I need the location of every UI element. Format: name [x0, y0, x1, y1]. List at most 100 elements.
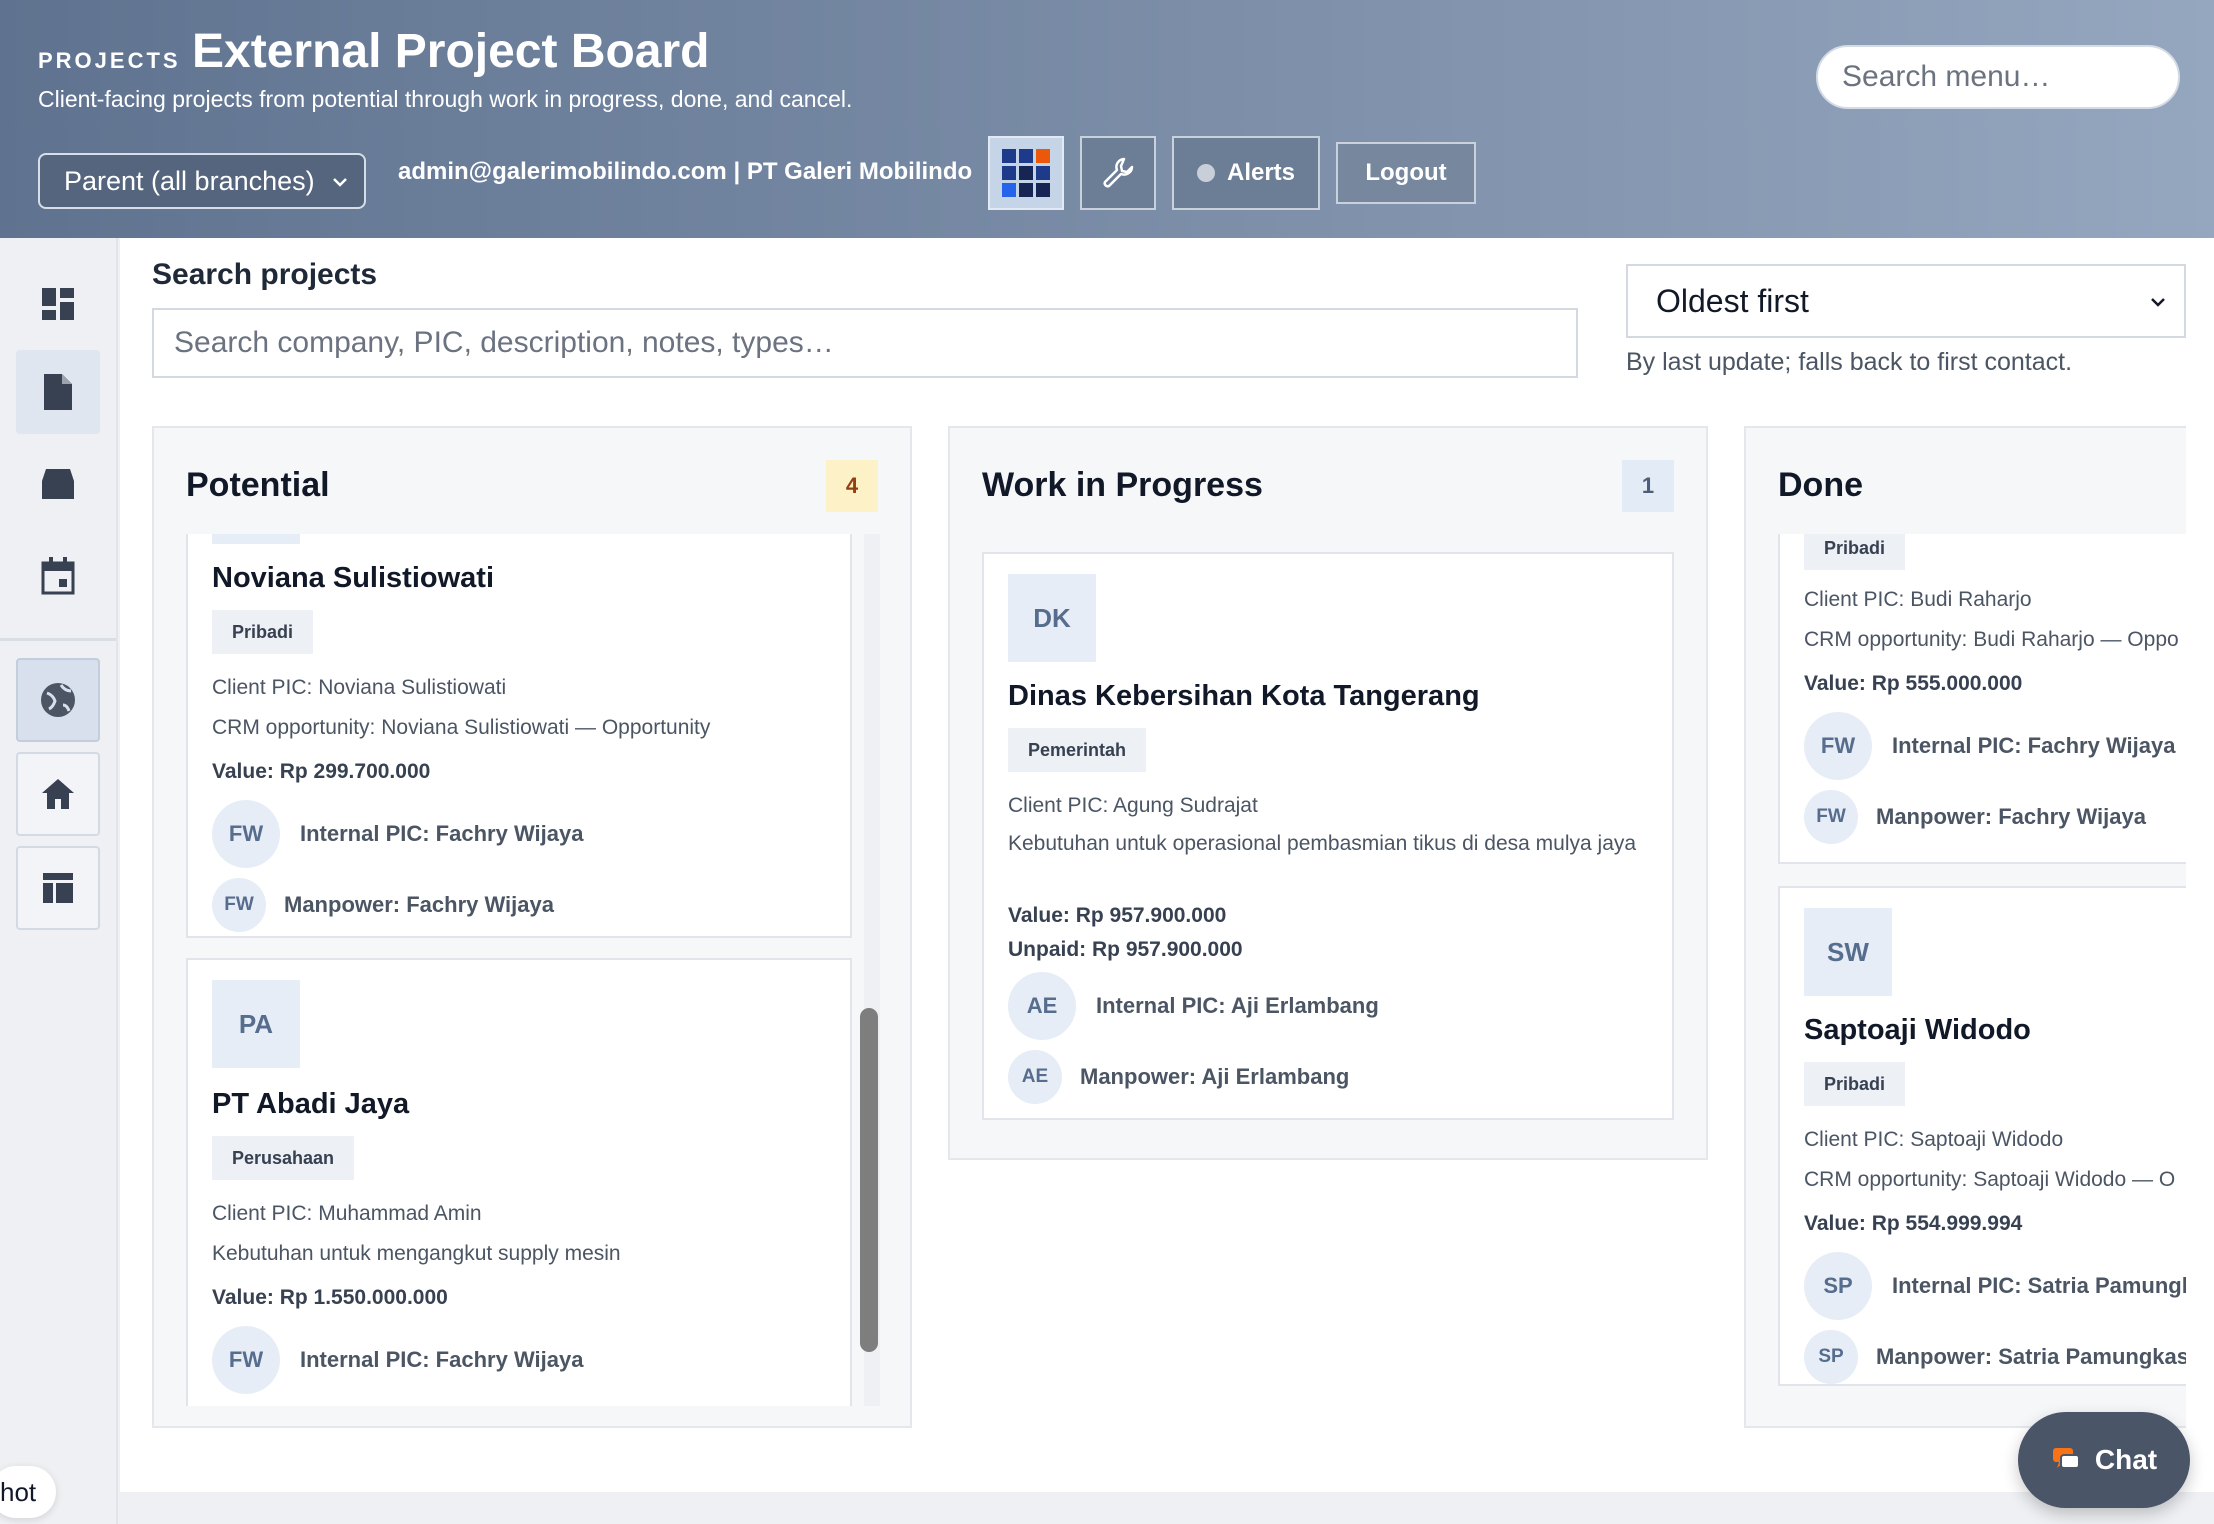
card-note: CRM opportunity: Saptoaji Widodo — O: [1804, 1168, 2176, 1191]
apps-grid-icon: [1002, 149, 1050, 197]
avatar: FW: [1804, 790, 1858, 844]
type-tag: Pribadi: [212, 610, 314, 654]
sidebar: [0, 238, 118, 1524]
inbox-icon: [42, 469, 74, 499]
type-tag: Pribadi: [1804, 534, 1906, 570]
internal-pic: Internal PIC: Satria Pamungk: [1892, 1273, 2186, 1298]
branch-select[interactable]: Parent (all branches): [38, 153, 366, 209]
hot-tab[interactable]: hot: [0, 1466, 56, 1518]
type-tag: Pemerintah: [1008, 728, 1147, 772]
card-note: Kebutuhan untuk mengangkut supply mesin: [212, 1242, 621, 1265]
column-card-list[interactable]: Pribadi Client PIC: Budi Raharjo CRM opp…: [1746, 534, 2186, 1406]
card-unpaid: Unpaid: Rp 957.900.000: [1008, 938, 1243, 961]
card-avatar: PA: [212, 980, 300, 1068]
card-note: Kebutuhan untuk operasional pembasmian t…: [1008, 832, 1637, 855]
type-tag: Pribadi: [1804, 1062, 1906, 1106]
avatar: FW: [212, 1326, 280, 1394]
internal-pic-row: FW Internal PIC: Fachry Wijaya: [1804, 712, 2175, 780]
manpower-row: AE Manpower: Aji Erlambang: [1008, 1050, 1349, 1104]
sidebar-item-layout[interactable]: [16, 846, 100, 930]
chevron-down-icon: [2151, 298, 2165, 307]
sidebar-item-documents[interactable]: [16, 350, 100, 434]
column-card-list[interactable]: DK Dinas Kebersihan Kota Tangerang Pemer…: [950, 534, 1706, 1138]
avatar: SP: [1804, 1330, 1858, 1384]
internal-pic-row: AE Internal PIC: Aji Erlambang: [1008, 972, 1379, 1040]
project-card[interactable]: Noviana Sulistiowati Pribadi Client PIC:…: [186, 534, 852, 938]
card-avatar: DK: [1008, 574, 1096, 662]
internal-pic-row: FW Internal PIC: Fachry Wijaya: [212, 800, 583, 868]
manpower-row: FW Manpower: Fachry Wijaya: [212, 878, 554, 932]
card-avatar: [212, 534, 300, 544]
current-user: admin@galerimobilindo.com | PT Galeri Mo…: [398, 158, 973, 185]
client-pic: Client PIC: Noviana Sulistiowati: [212, 676, 507, 699]
card-title: Noviana Sulistiowati: [212, 562, 494, 594]
manpower: Manpower: Aji Erlambang: [1080, 1064, 1350, 1089]
sidebar-item-dashboard[interactable]: [16, 262, 100, 346]
internal-pic: Internal PIC: Fachry Wijaya: [300, 821, 584, 846]
sort-help-text: By last update; falls back to first cont…: [1626, 348, 2073, 376]
manpower-row: SP Manpower: Satria Pamungkas: [1804, 1330, 2186, 1384]
alerts-button[interactable]: Alerts: [1172, 136, 1320, 210]
manpower: Manpower: Fachry Wijaya: [284, 892, 554, 917]
column-title: Done: [1778, 466, 1863, 504]
home-icon: [42, 779, 74, 809]
sidebar-item-home[interactable]: [16, 752, 100, 836]
client-pic: Client PIC: Agung Sudrajat: [1008, 794, 1258, 817]
page-subtitle: Client-facing projects from potential th…: [38, 86, 853, 112]
project-card[interactable]: Pribadi Client PIC: Budi Raharjo CRM opp…: [1778, 534, 2186, 864]
sort-select-value: Oldest first: [1656, 282, 1809, 319]
card-value: Value: Rp 555.000.000: [1804, 672, 2023, 695]
calendar-icon: [41, 557, 75, 595]
page-title: External Project Board: [192, 25, 710, 78]
card-value: Value: Rp 299.700.000: [212, 760, 431, 783]
column-count-badge: 4: [826, 460, 878, 512]
client-pic: Client PIC: Budi Raharjo: [1804, 588, 2032, 611]
menu-search-input[interactable]: [1816, 45, 2180, 109]
client-pic: Client PIC: Muhammad Amin: [212, 1202, 482, 1225]
avatar: FW: [1804, 712, 1872, 780]
chat-button[interactable]: Chat: [2018, 1412, 2190, 1508]
column-card-list[interactable]: Noviana Sulistiowati Pribadi Client PIC:…: [154, 534, 910, 1406]
sidebar-divider: [0, 638, 116, 641]
apps-button[interactable]: [988, 136, 1064, 210]
dashboard-icon: [42, 288, 74, 320]
main-content: Search projects Oldest first By last upd…: [120, 238, 2214, 1492]
project-card[interactable]: SW Saptoaji Widodo Pribadi Client PIC: S…: [1778, 886, 2186, 1386]
client-pic: Client PIC: Saptoaji Widodo: [1804, 1128, 2064, 1151]
avatar: FW: [212, 878, 266, 932]
chevron-down-icon: [333, 178, 347, 187]
card-title: PT Abadi Jaya: [212, 1088, 410, 1120]
manpower: Manpower: Fachry Wijaya: [1876, 804, 2146, 829]
card-value: Value: Rp 554.999.994: [1804, 1212, 2023, 1235]
section-kicker: PROJECTS: [38, 48, 181, 73]
column-count-badge: 1: [1622, 460, 1674, 512]
chat-label: Chat: [2094, 1444, 2158, 1475]
sidebar-item-inbox[interactable]: [16, 442, 100, 526]
avatar: AE: [1008, 972, 1076, 1040]
sidebar-item-calendar[interactable]: [16, 534, 100, 618]
internal-pic: Internal PIC: Fachry Wijaya: [1892, 733, 2176, 758]
column-potential: Potential 4 Noviana Sulistiowati Pribadi…: [152, 426, 912, 1428]
internal-pic-row: SP Internal PIC: Satria Pamungk: [1804, 1252, 2186, 1320]
project-card[interactable]: DK Dinas Kebersihan Kota Tangerang Pemer…: [982, 552, 1674, 1120]
search-label: Search projects: [152, 258, 378, 291]
wrench-icon: [1103, 157, 1134, 188]
logout-button[interactable]: Logout: [1336, 142, 1476, 204]
branch-select-value: Parent (all branches): [64, 165, 315, 196]
sort-select[interactable]: Oldest first: [1626, 264, 2186, 338]
card-avatar: SW: [1804, 908, 1892, 996]
scrollbar-thumb[interactable]: [860, 1008, 878, 1352]
internal-pic: Internal PIC: Fachry Wijaya: [300, 1347, 584, 1372]
type-tag: Perusahaan: [212, 1136, 355, 1180]
card-title: Saptoaji Widodo: [1804, 1014, 2031, 1046]
card-value: Value: Rp 957.900.000: [1008, 904, 1227, 927]
column-done: Done Pribadi Client PIC: Budi Raharjo CR…: [1744, 426, 2186, 1428]
project-search-input[interactable]: [152, 308, 1578, 378]
sidebar-item-globe[interactable]: [16, 658, 100, 742]
layout-icon: [43, 873, 73, 903]
project-card[interactable]: PA PT Abadi Jaya Perusahaan Client PIC: …: [186, 958, 852, 1406]
column-title: Work in Progress: [982, 466, 1263, 504]
avatar: AE: [1008, 1050, 1062, 1104]
tools-button[interactable]: [1080, 136, 1156, 210]
app-header: PROJECTS External Project Board Client-f…: [0, 0, 2214, 238]
